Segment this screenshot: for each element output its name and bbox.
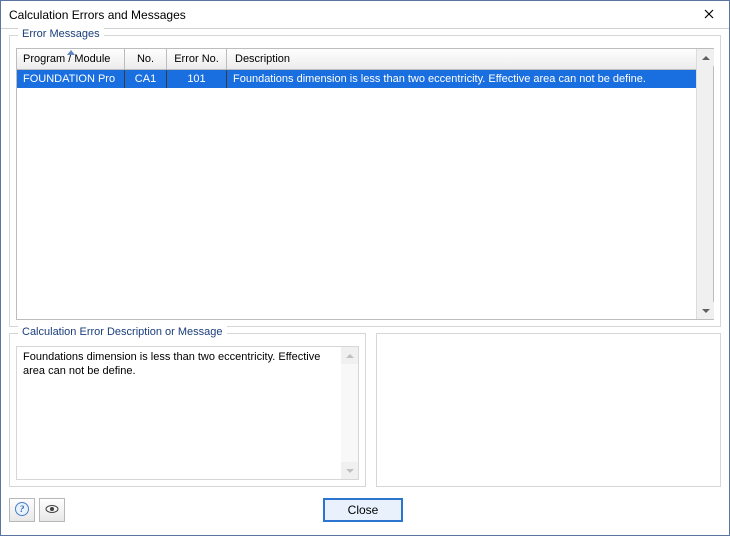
chevron-up-icon [346,349,354,363]
chevron-down-icon [346,464,354,478]
titlebar: Calculation Errors and Messages [1,1,729,29]
description-scrollbar[interactable] [341,347,358,479]
chevron-down-icon [702,304,710,318]
column-header-error-no[interactable]: Error No. [167,49,227,69]
eye-icon [44,501,60,520]
scroll-down-button[interactable] [341,462,358,479]
window-title: Calculation Errors and Messages [9,8,186,22]
table-row[interactable]: FOUNDATION Pro CA1 101 Foundations dimen… [17,70,696,88]
view-button[interactable] [39,498,65,522]
help-icon: ? [14,501,30,520]
description-textbox: Foundations dimension is less than two e… [16,346,359,480]
lower-row: Calculation Error Description or Message… [9,333,721,487]
errors-table-wrap: Program / Module No. Error No. Descripti… [16,48,714,320]
description-group: Calculation Error Description or Message… [9,333,366,487]
chevron-up-icon [702,51,710,65]
footer: ? Close [9,493,721,527]
column-header-program[interactable]: Program / Module [17,49,125,69]
footer-left: ? [9,498,65,522]
window-close-button[interactable] [689,1,729,29]
column-header-description[interactable]: Description [227,49,696,69]
cell-no: CA1 [125,70,167,88]
cell-program: FOUNDATION Pro [17,70,125,88]
content-area: Error Messages Program / Module No. Erro… [1,29,729,535]
dialog-window: Calculation Errors and Messages Error Me… [0,0,730,536]
cell-description: Foundations dimension is less than two e… [227,70,696,88]
empty-panel [376,333,721,487]
scroll-up-button[interactable] [341,347,358,364]
scroll-up-button[interactable] [697,49,714,66]
error-messages-legend: Error Messages [18,28,104,40]
close-icon [704,8,714,22]
grid-body: FOUNDATION Pro CA1 101 Foundations dimen… [17,70,696,319]
close-button[interactable]: Close [323,498,403,522]
help-button[interactable]: ? [9,498,35,522]
description-text: Foundations dimension is less than two e… [17,347,341,479]
svg-text:?: ? [20,504,25,514]
grid-header-row: Program / Module No. Error No. Descripti… [17,49,696,70]
grid-vertical-scrollbar[interactable] [696,49,713,319]
cell-error-no: 101 [167,70,227,88]
scroll-down-button[interactable] [697,302,714,319]
column-header-no[interactable]: No. [125,49,167,69]
description-legend: Calculation Error Description or Message [18,326,227,338]
errors-grid[interactable]: Program / Module No. Error No. Descripti… [17,49,696,319]
error-messages-group: Error Messages Program / Module No. Erro… [9,35,721,327]
